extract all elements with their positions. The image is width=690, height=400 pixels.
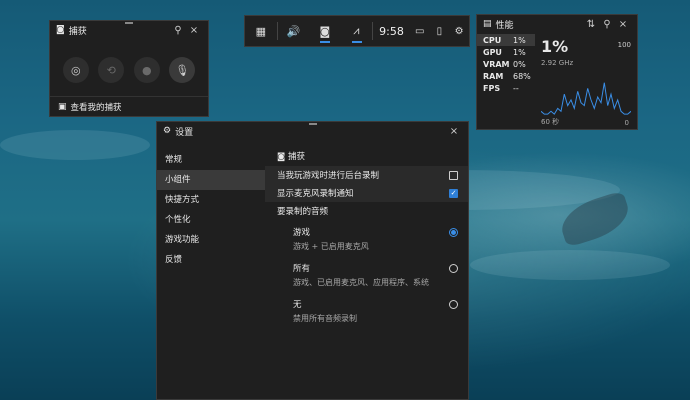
- metric-detail: 1% 2.92 GHz 100 60 秒 0: [535, 33, 637, 129]
- cpu-usage-line: [541, 82, 631, 115]
- metric-list: CPU 1% GPU 1% VRAM 0% RAM 68% FPS --: [477, 33, 535, 129]
- capture-button[interactable]: ◙: [309, 15, 341, 47]
- mic-notification-option[interactable]: 显示麦克风录制通知 ✓: [265, 184, 468, 202]
- audio-option-all[interactable]: 所有 游戏、已启用麦克风、应用程序、系统: [265, 256, 468, 292]
- cpu-frequency: 2.92 GHz: [541, 59, 574, 67]
- metric-cpu[interactable]: CPU 1%: [477, 34, 535, 46]
- performance-icon: ▤: [483, 19, 492, 29]
- record-last-icon: ⟲: [106, 63, 116, 77]
- graph-axis-right: 0: [624, 119, 629, 127]
- graph-axis-left: 60 秒: [541, 118, 560, 126]
- settings-content: ◙ 捕获 当我玩游戏时进行后台录制 显示麦克风录制通知 ✓ 要录制的音频 游戏 …: [265, 140, 468, 400]
- audio-radio-game[interactable]: [449, 228, 458, 237]
- nav-widgets[interactable]: 小组件: [157, 170, 265, 190]
- nav-gaming-features[interactable]: 游戏功能: [157, 230, 265, 250]
- battery-icon: ▭: [414, 25, 425, 37]
- game-bar: ▦ 🔊 ◙ ⩘ 9:58 ▭ ▯ ⚙: [244, 15, 470, 47]
- perf-titlebar[interactable]: ▤ 性能 ⇅ ⚲ ×: [477, 15, 637, 33]
- cpu-usage-graph: [541, 82, 631, 115]
- camera-icon: ◎: [70, 63, 81, 77]
- widget-menu-button[interactable]: ▦: [245, 15, 277, 47]
- screenshot-button[interactable]: ◎: [62, 57, 89, 83]
- mouse-icon: ▯: [436, 25, 443, 37]
- sort-icon[interactable]: ⇅: [583, 19, 599, 30]
- clock: 9:58: [379, 24, 404, 38]
- water-highlight: [470, 250, 670, 280]
- capture-title: 捕获: [68, 26, 87, 37]
- performance-button[interactable]: ⩘: [341, 15, 373, 47]
- nav-shortcuts[interactable]: 快捷方式: [157, 190, 265, 210]
- background-record-option[interactable]: 当我玩游戏时进行后台录制: [265, 166, 468, 184]
- performance-widget: ▤ 性能 ⇅ ⚲ × CPU 1% GPU 1% VRAM 0% RAM 68% FPS…: [476, 14, 638, 130]
- performance-icon: ⩘: [353, 24, 360, 37]
- water-highlight: [0, 130, 150, 160]
- mic-toggle-button[interactable]: 🎙: [169, 57, 196, 83]
- drag-handle[interactable]: [308, 123, 317, 125]
- pin-icon[interactable]: ⚲: [599, 19, 615, 30]
- audio-heading: 要录制的音频: [277, 207, 329, 217]
- audio-option-none[interactable]: 无 禁用所有音频录制: [265, 292, 468, 328]
- perf-title: 性能: [495, 20, 514, 31]
- audio-button[interactable]: 🔊: [278, 15, 310, 47]
- view-captures-label: 查看我的捕获: [70, 102, 122, 113]
- settings-title: 设置: [175, 127, 194, 138]
- close-icon[interactable]: ×: [615, 19, 631, 30]
- camera-icon: ◙: [56, 25, 65, 35]
- background-record-checkbox[interactable]: [449, 170, 458, 180]
- pin-icon[interactable]: ⚲: [170, 25, 186, 36]
- camera-icon: ◙: [319, 24, 331, 38]
- section-heading: ◙ 捕获: [277, 152, 305, 162]
- metric-fps[interactable]: FPS --: [477, 82, 535, 94]
- nav-feedback[interactable]: 反馈: [157, 250, 265, 270]
- gear-icon: ⚙: [163, 126, 172, 136]
- metric-gpu[interactable]: GPU 1%: [477, 46, 535, 58]
- audio-radio-all[interactable]: [449, 264, 458, 273]
- settings-window: ⚙ 设置 × 常规 小组件 快捷方式 个性化 游戏功能 反馈 ◙ 捕获 当我玩游…: [156, 121, 469, 400]
- settings-nav: 常规 小组件 快捷方式 个性化 游戏功能 反馈: [157, 140, 265, 400]
- close-icon[interactable]: ×: [446, 126, 462, 137]
- audio-option-game[interactable]: 游戏 游戏 + 已启用麦克风: [265, 220, 468, 256]
- mic-notification-checkbox[interactable]: ✓: [449, 188, 458, 198]
- gear-icon[interactable]: ⚙: [449, 26, 469, 37]
- mic-off-icon: 🎙: [175, 63, 190, 77]
- nav-general[interactable]: 常规: [157, 150, 265, 170]
- camera-icon: ◙: [277, 152, 286, 162]
- view-captures-link[interactable]: ▣ 查看我的捕获: [50, 96, 208, 116]
- drag-handle[interactable]: [125, 22, 133, 24]
- speaker-icon: 🔊: [286, 24, 301, 38]
- record-last-button[interactable]: ⟲: [98, 57, 125, 83]
- graph-max-label: 100: [617, 41, 631, 49]
- metric-ram[interactable]: RAM 68%: [477, 70, 535, 82]
- metric-vram[interactable]: VRAM 0%: [477, 58, 535, 70]
- capture-widget: ◙ 捕获 ⚲ × ◎ ⟲ ● 🎙 ▣ 查看我的捕获: [49, 20, 209, 117]
- start-recording-button[interactable]: ●: [133, 57, 160, 83]
- audio-radio-none[interactable]: [449, 300, 458, 309]
- nav-personalization[interactable]: 个性化: [157, 210, 265, 230]
- gallery-icon: ▣: [58, 101, 67, 112]
- close-icon[interactable]: ×: [186, 25, 202, 36]
- widget-menu-icon: ▦: [255, 24, 266, 38]
- record-dot-icon: ●: [141, 63, 152, 77]
